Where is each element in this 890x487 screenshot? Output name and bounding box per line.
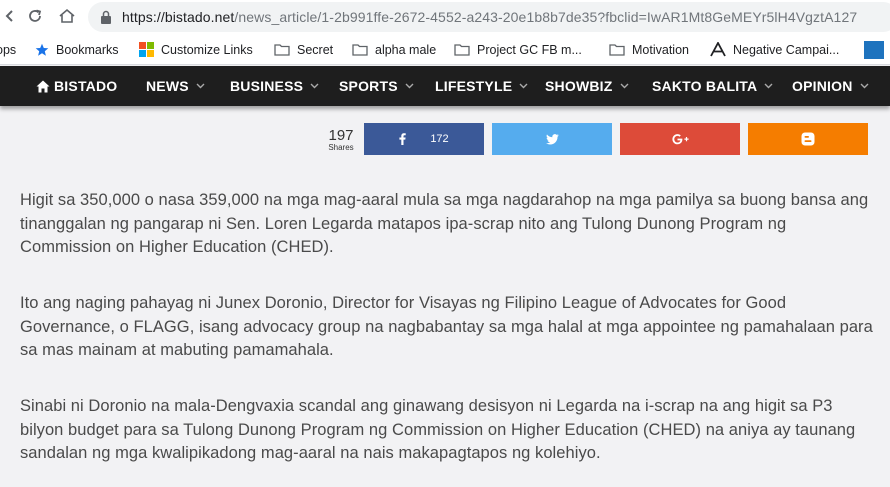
chevron-down-icon	[405, 83, 414, 89]
bookmark-motivation[interactable]: Motivation	[609, 34, 689, 65]
blogger-icon	[801, 132, 815, 146]
bookmark-alpha-male[interactable]: alpha male	[352, 34, 436, 65]
article-paragraph: Sinabi ni Doronio na mala-Dengvaxia scan…	[20, 397, 856, 462]
nav-brand-label: BISTADO	[54, 78, 118, 94]
nav-item-news[interactable]: NEWS	[146, 66, 205, 106]
bookmark-label: Project GC FB m...	[477, 42, 582, 57]
nav-item-lifestyle[interactable]: LIFESTYLE	[435, 66, 528, 106]
back-arrow-icon[interactable]	[0, 6, 20, 26]
address-bar[interactable]: https://bistado.net/news_article/1-2b991…	[88, 2, 890, 32]
twitter-icon	[545, 133, 559, 144]
url-path: /news_article/1-2b991ffe-2672-4552-a243-…	[234, 9, 858, 25]
article-paragraph: Higit sa 350,000 o nasa 359,000 na mga m…	[20, 191, 869, 256]
bookmark-bookmarks[interactable]: Bookmarks	[35, 34, 119, 65]
nav-item-label: SAKTO BALITA	[652, 78, 758, 94]
star-icon	[35, 43, 49, 56]
home-icon	[36, 80, 50, 92]
bookmark-label: Customize Links	[161, 42, 253, 57]
bookmark-label: Motivation	[632, 42, 689, 57]
facebook-share-button[interactable]: 172	[364, 123, 484, 155]
bookmark-inq[interactable]	[864, 34, 890, 65]
nav-brand-home[interactable]: BISTADO	[36, 66, 117, 106]
a-letter-icon	[710, 42, 726, 57]
browser-toolbar: https://bistado.net/news_article/1-2b991…	[0, 0, 890, 34]
chevron-down-icon	[310, 83, 319, 89]
url-text: https://bistado.net/news_article/1-2b991…	[122, 9, 857, 25]
lock-icon	[101, 10, 111, 24]
nav-item-label: NEWS	[146, 78, 189, 94]
bookmark-label: Secret	[297, 42, 334, 57]
nav-item-label: BUSINESS	[230, 78, 304, 94]
windows-icon	[139, 42, 154, 57]
google-plus-icon	[671, 133, 689, 144]
chevron-down-icon	[620, 83, 629, 89]
nav-item-sports[interactable]: SPORTS	[339, 66, 414, 106]
share-total-label: Shares	[328, 143, 354, 152]
folder-icon	[454, 44, 470, 56]
bookmark-negative-campaign[interactable]: Negative Campai...	[710, 34, 839, 65]
folder-icon	[352, 44, 368, 56]
chevron-down-icon	[519, 83, 528, 89]
url-host: https://bistado.net	[122, 9, 235, 25]
bookmark-customize-links[interactable]: Customize Links	[139, 34, 253, 65]
nav-item-opinion[interactable]: OPINION	[792, 66, 869, 106]
bookmark-apps[interactable]: ops	[0, 34, 16, 65]
bookmark-label: Negative Campai...	[733, 42, 840, 57]
home-icon[interactable]	[57, 6, 77, 26]
article-paragraph: Ito ang naging pahayag ni Junex Doronio,…	[20, 294, 873, 359]
nav-item-label: SPORTS	[339, 78, 398, 94]
nav-item-business[interactable]: BUSINESS	[230, 66, 319, 106]
twitter-share-button[interactable]	[492, 123, 612, 155]
folder-icon	[609, 44, 625, 56]
bookmark-project-gc[interactable]: Project GC FB m...	[454, 34, 582, 65]
nav-item-sakto-balita[interactable]: SAKTO BALITA	[652, 66, 773, 106]
folder-icon	[274, 44, 290, 56]
inq-icon	[864, 40, 884, 59]
nav-item-label: SHOWBIZ	[545, 78, 613, 94]
facebook-share-count: 172	[430, 133, 449, 145]
chevron-down-icon	[860, 83, 869, 89]
blogger-share-button[interactable]	[748, 123, 868, 155]
share-total-number: 197	[328, 127, 354, 144]
bookmark-label: Bookmarks	[56, 42, 119, 57]
bookmark-secret[interactable]: Secret	[274, 34, 333, 65]
bookmarks-bar: ops Bookmarks Customize Links Secret alp…	[0, 34, 890, 65]
bookmark-label: alpha male	[375, 42, 437, 57]
bookmark-label: ops	[0, 42, 17, 57]
site-navbar: BISTADO NEWS BUSINESS SPORTS LIFESTYLE S…	[0, 66, 890, 106]
nav-item-label: LIFESTYLE	[435, 78, 513, 94]
nav-item-showbiz[interactable]: SHOWBIZ	[545, 66, 629, 106]
share-total: 197 Shares	[318, 128, 364, 153]
facebook-icon	[399, 133, 407, 145]
googleplus-share-button[interactable]	[620, 123, 740, 155]
chevron-down-icon	[196, 83, 205, 89]
chevron-down-icon	[764, 83, 773, 89]
nav-item-label: OPINION	[792, 78, 853, 94]
reload-icon[interactable]	[25, 6, 45, 26]
